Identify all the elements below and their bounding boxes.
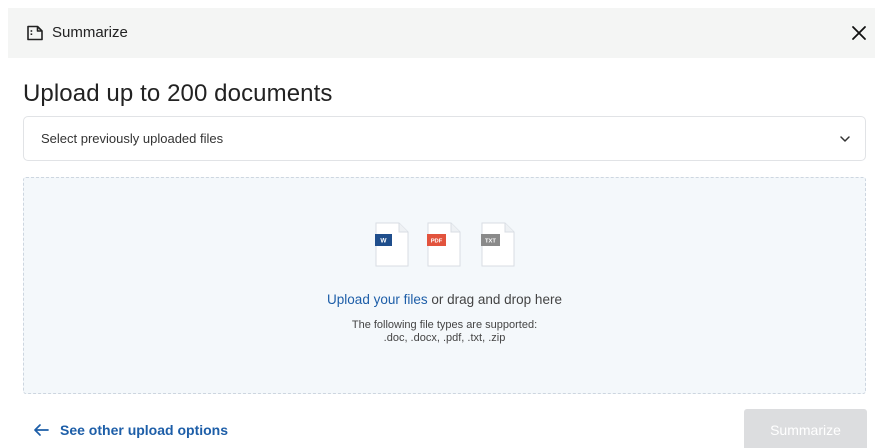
word-file-icon: W bbox=[375, 222, 409, 267]
dialog-header: Summarize bbox=[8, 8, 875, 58]
summarize-button[interactable]: Summarize bbox=[744, 409, 867, 448]
pdf-file-label: PDF bbox=[431, 238, 443, 244]
file-dropzone[interactable]: W PDF TXT Upload your files or drag and … bbox=[23, 177, 866, 394]
txt-file-label: TXT bbox=[485, 238, 496, 244]
supported-file-types: The following file types are supported: … bbox=[24, 319, 865, 345]
previous-files-select[interactable]: Select previously uploaded files bbox=[23, 116, 866, 161]
txt-file-icon: TXT bbox=[481, 222, 515, 267]
supported-types: .doc, .docx, .pdf, .txt, .zip bbox=[383, 332, 506, 344]
other-upload-options-label: See other upload options bbox=[60, 422, 229, 438]
summarize-dialog: Summarize Upload up to 200 documents Sel… bbox=[0, 0, 875, 448]
document-summary-icon bbox=[27, 25, 43, 41]
pdf-file-icon: PDF bbox=[427, 222, 461, 267]
chevron-down-icon bbox=[840, 136, 850, 142]
upload-files-link[interactable]: Upload your files bbox=[327, 292, 428, 307]
close-icon bbox=[852, 26, 866, 40]
select-value: Select previously uploaded files bbox=[41, 131, 224, 146]
file-type-icons: W PDF TXT bbox=[24, 222, 865, 270]
dialog-title: Summarize bbox=[52, 24, 128, 41]
close-button[interactable] bbox=[847, 21, 871, 45]
supported-label: The following file types are supported: bbox=[351, 319, 538, 331]
drop-instructions-suffix: or drag and drop here bbox=[427, 292, 562, 307]
page-title: Upload up to 200 documents bbox=[23, 80, 333, 107]
other-upload-options-link[interactable]: See other upload options bbox=[33, 422, 228, 438]
word-file-label: W bbox=[380, 238, 387, 245]
drop-instructions: Upload your files or drag and drop here bbox=[24, 292, 865, 307]
arrow-left-icon bbox=[34, 424, 49, 436]
